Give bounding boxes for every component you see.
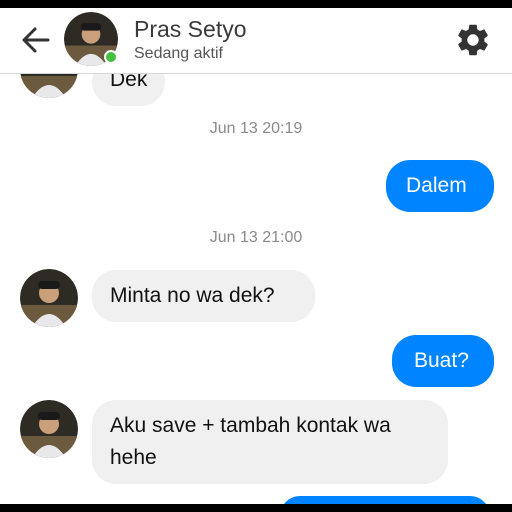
- contact-avatar[interactable]: [20, 400, 78, 458]
- contact-status: Sedang aktif: [134, 45, 223, 62]
- outgoing-message-partial[interactable]: [280, 496, 490, 504]
- outgoing-message[interactable]: Buat?: [392, 335, 494, 387]
- outgoing-message[interactable]: Dalem: [386, 160, 494, 212]
- message-timestamp: Jun 13 20:19: [209, 120, 303, 137]
- incoming-message[interactable]: Aku save + tambah kontak wa hehe: [92, 400, 448, 484]
- incoming-message[interactable]: Minta no wa dek?: [92, 270, 315, 322]
- chat-screen: Dek Jun 13 20:19 Dalem Jun 13 21:00 Mint…: [0, 8, 512, 504]
- gear-icon[interactable]: [454, 21, 492, 59]
- online-status-dot: [104, 50, 118, 64]
- message-timestamp: Jun 13 21:00: [209, 229, 303, 246]
- contact-name[interactable]: Pras Setyo: [134, 16, 247, 43]
- chat-header: Pras Setyo Sedang aktif: [0, 8, 512, 74]
- contact-avatar[interactable]: [20, 269, 78, 327]
- arrow-left-icon[interactable]: [18, 22, 54, 58]
